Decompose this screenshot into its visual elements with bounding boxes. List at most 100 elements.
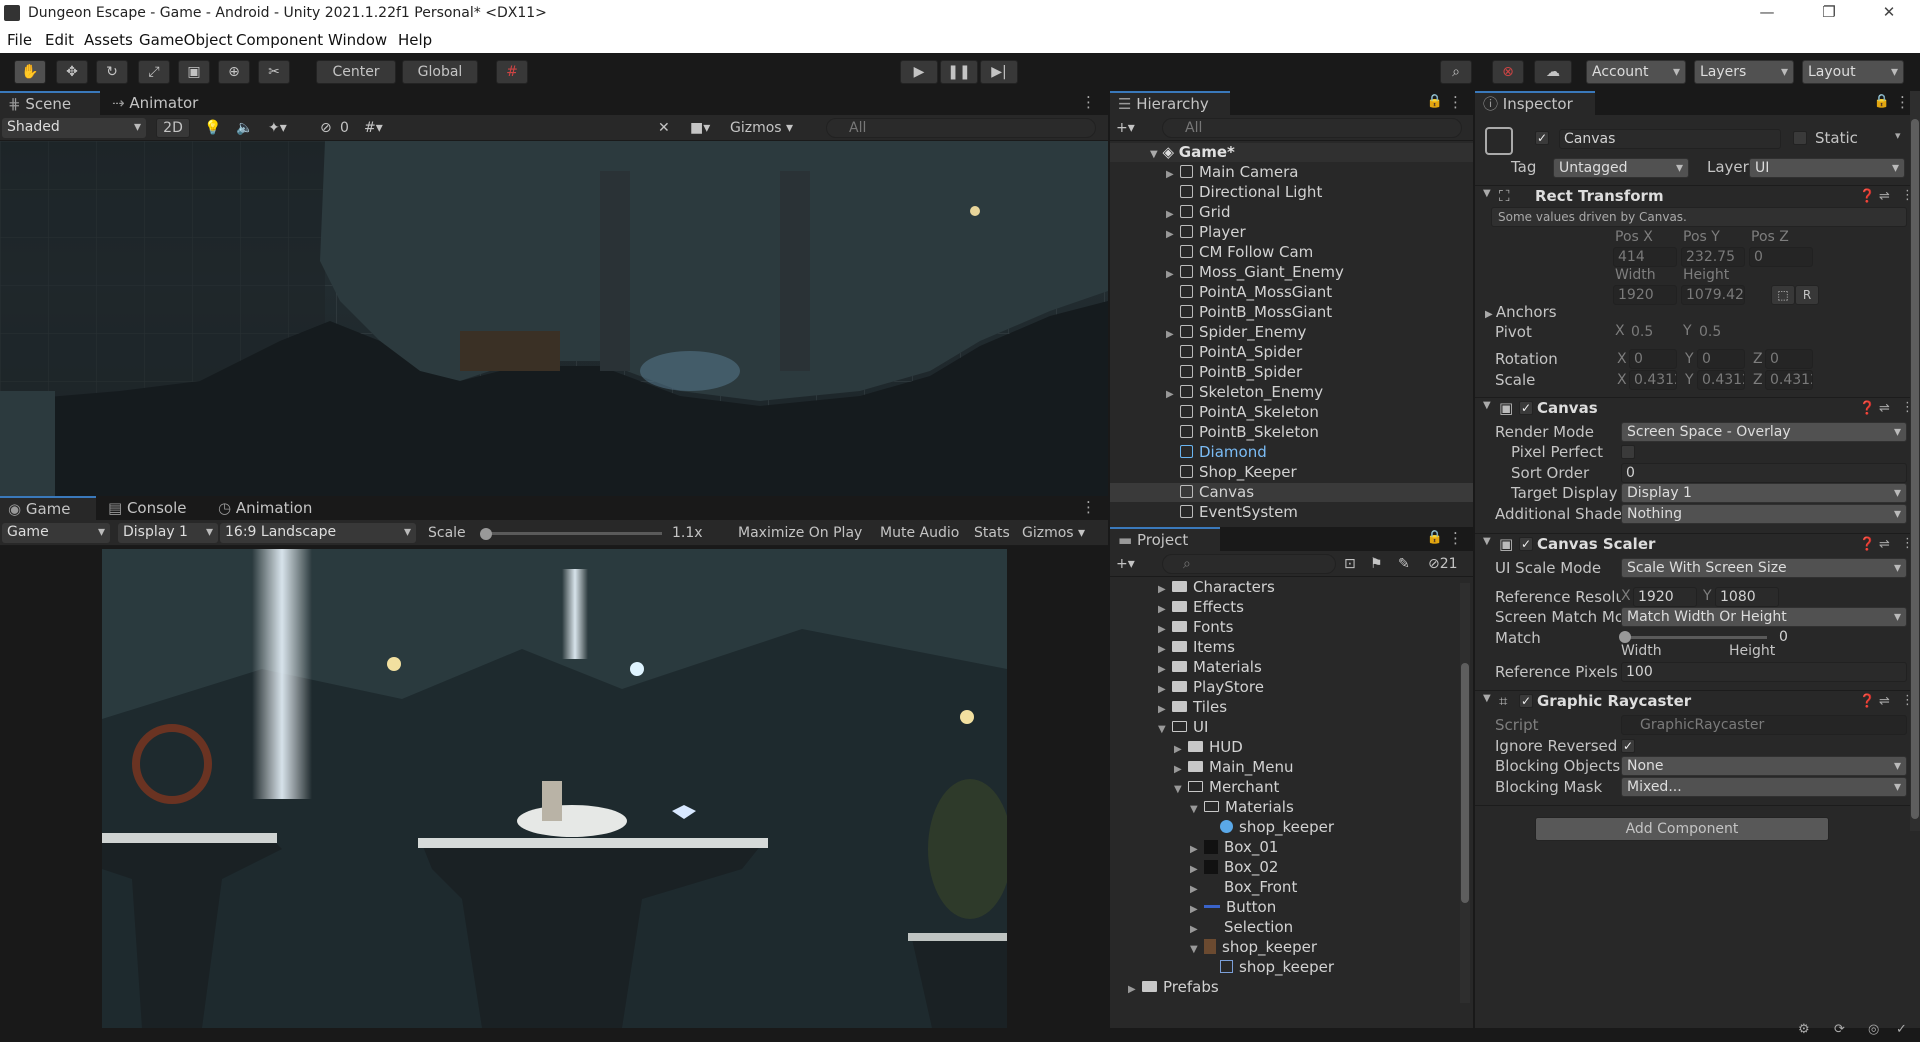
posy-field[interactable]: 232.75 <box>1681 247 1745 267</box>
rotation-x-field[interactable]: 0 <box>1629 349 1677 369</box>
raycaster-help-icon[interactable]: ❓ <box>1859 694 1875 709</box>
expand-arrow-icon[interactable]: ▶ <box>1128 980 1142 999</box>
project-item[interactable]: ▶ Selection <box>1110 918 1455 937</box>
menu-assets[interactable]: Assets <box>84 31 133 49</box>
custom-tool-icon[interactable]: ✂ <box>258 60 290 84</box>
expand-arrow-icon[interactable]: ▶ <box>1166 325 1180 344</box>
rotate-tool-icon[interactable]: ↻ <box>96 60 128 84</box>
hierarchy-item[interactable]: Canvas <box>1110 483 1473 502</box>
status-progress-icon[interactable]: ◎ <box>1868 1022 1879 1037</box>
hierarchy-item[interactable]: ▶ Moss_Giant_Enemy <box>1110 263 1473 282</box>
status-debug-icon[interactable]: ⚙ <box>1798 1022 1810 1037</box>
project-item[interactable]: shop_keeper <box>1110 958 1455 977</box>
ref-pixels-field[interactable]: 100 <box>1621 662 1907 682</box>
hierarchy-item[interactable]: PointB_Skeleton <box>1110 423 1473 442</box>
expand-arrow-icon[interactable]: ▼ <box>1174 780 1188 799</box>
lock-icon[interactable]: 🔒 <box>1427 94 1443 109</box>
scene-menu-icon[interactable]: ⋮ <box>1081 93 1096 111</box>
tab-console[interactable]: ▤ Console <box>100 496 195 520</box>
sort-order-field[interactable]: 0 <box>1621 463 1907 483</box>
canvas-scaler-header[interactable]: ▼ ▣ ✓ Canvas Scaler ❓ ⇌ ⋮ <box>1475 533 1920 555</box>
static-checkbox[interactable] <box>1793 131 1807 145</box>
effects-icon[interactable]: ✦▾ <box>268 118 287 138</box>
project-item[interactable]: ▼ UI <box>1110 718 1455 737</box>
hierarchy-item[interactable]: Shop_Keeper <box>1110 463 1473 482</box>
ignore-reversed-checkbox[interactable]: ✓ <box>1621 739 1635 753</box>
preset-icon[interactable]: ⇌ <box>1879 189 1890 204</box>
create-asset-button[interactable]: +▾ <box>1116 554 1135 574</box>
hierarchy-item[interactable]: Diamond <box>1110 443 1473 462</box>
add-object-button[interactable]: +▾ <box>1116 118 1135 138</box>
tab-scene[interactable]: ⋕ Scene <box>0 91 100 115</box>
help-icon[interactable]: ❓ <box>1859 189 1875 204</box>
pivot-y-field[interactable]: 0.5 <box>1695 323 1745 343</box>
project-item[interactable]: ▶ Effects <box>1110 598 1455 617</box>
blueprint-mode-icon[interactable]: ⬚ <box>1771 285 1795 305</box>
scaler-enabled-checkbox[interactable]: ✓ <box>1519 537 1533 551</box>
search-by-label-icon[interactable]: ⚑ <box>1370 554 1383 574</box>
hierarchy-item[interactable]: ▶ Spider_Enemy <box>1110 323 1473 342</box>
step-button[interactable]: ▶| <box>980 60 1018 84</box>
scene-root-row[interactable]: ▼ ◈ Game* <box>1110 143 1473 162</box>
canvas-preset-icon[interactable]: ⇌ <box>1879 401 1890 416</box>
hierarchy-item[interactable]: PointA_Skeleton <box>1110 403 1473 422</box>
expand-arrow-icon[interactable]: ▶ <box>1158 620 1172 639</box>
grid-snap-icon[interactable]: # <box>496 60 528 84</box>
tab-project[interactable]: ▬ Project <box>1110 527 1220 551</box>
pivot-global-toggle[interactable]: Global <box>402 60 478 84</box>
raw-edit-mode-button[interactable]: R <box>1795 285 1819 305</box>
2d-toggle[interactable]: 2D <box>156 118 190 138</box>
scale-slider[interactable] <box>482 532 662 535</box>
status-check-icon[interactable]: ✓ <box>1896 1022 1907 1037</box>
collab-icon[interactable]: ⊗ <box>1492 60 1524 84</box>
expand-arrow-icon[interactable]: ▶ <box>1166 225 1180 244</box>
hierarchy-item[interactable]: ▶ Player <box>1110 223 1473 242</box>
tab-animator[interactable]: ⇢ Animator <box>104 91 206 115</box>
layer-dropdown[interactable]: UI <box>1749 158 1905 178</box>
scene-search-input[interactable]: All <box>826 118 1096 138</box>
shader-channels-dropdown[interactable]: Nothing <box>1621 504 1907 524</box>
project-item[interactable]: ▶ Materials <box>1110 658 1455 677</box>
match-slider[interactable] <box>1625 636 1767 639</box>
inspector-scrollbar[interactable] <box>1910 91 1920 831</box>
menu-component[interactable]: Component <box>236 31 323 49</box>
project-menu-icon[interactable]: ⋮ <box>1448 529 1463 547</box>
rotation-z-field[interactable]: 0 <box>1765 349 1813 369</box>
ref-res-x-field[interactable]: 1920 <box>1633 587 1697 607</box>
match-field[interactable]: 0 <box>1775 628 1907 648</box>
raycaster-preset-icon[interactable]: ⇌ <box>1879 694 1890 709</box>
scale-z-field[interactable]: 0.43125 <box>1765 370 1813 390</box>
scaler-preset-icon[interactable]: ⇌ <box>1879 537 1890 552</box>
posz-field[interactable]: 0 <box>1749 247 1813 267</box>
project-search-input[interactable]: ⌕ <box>1162 554 1336 574</box>
expand-arrow-icon[interactable]: ▶ <box>1158 640 1172 659</box>
project-item[interactable]: ▶ Items <box>1110 638 1455 657</box>
graphic-raycaster-header[interactable]: ▼ ⌗ ✓ Graphic Raycaster ❓ ⇌ ⋮ <box>1475 690 1920 712</box>
move-tool-icon[interactable]: ✥ <box>56 60 88 84</box>
canvas-help-icon[interactable]: ❓ <box>1859 401 1875 416</box>
pivot-center-toggle[interactable]: Center <box>316 60 396 84</box>
menu-help[interactable]: Help <box>398 31 432 49</box>
project-item[interactable]: ▶ HUD <box>1110 738 1455 757</box>
canvas-enabled-checkbox[interactable]: ✓ <box>1519 401 1533 415</box>
project-item[interactable]: ▶ Button <box>1110 898 1455 917</box>
game-gizmos-dropdown[interactable]: Gizmos ▾ <box>1022 523 1085 543</box>
project-item[interactable]: ▶ Box_02 <box>1110 858 1455 877</box>
project-item[interactable]: ▶ Box_01 <box>1110 838 1455 857</box>
rect-tool-icon[interactable]: ▣ <box>178 60 210 84</box>
static-dropdown[interactable]: ▾ <box>1895 129 1901 142</box>
project-lock-icon[interactable]: 🔒 <box>1427 530 1443 545</box>
render-mode-dropdown[interactable]: Screen Space - Overlay <box>1621 422 1907 442</box>
expand-arrow-icon[interactable]: ▶ <box>1158 600 1172 619</box>
expand-arrow-icon[interactable]: ▶ <box>1190 900 1204 919</box>
search-by-type-icon[interactable]: ⊡ <box>1344 554 1356 574</box>
raycaster-enabled-checkbox[interactable]: ✓ <box>1519 694 1533 708</box>
grid-icon[interactable]: #▾ <box>364 118 383 138</box>
pivot-x-field[interactable]: 0.5 <box>1627 323 1677 343</box>
hierarchy-item[interactable]: Directional Light <box>1110 183 1473 202</box>
target-display-dropdown[interactable]: Display 1 <box>1621 483 1907 503</box>
project-item[interactable]: ▼ Materials <box>1110 798 1455 817</box>
width-field[interactable]: 1920 <box>1613 285 1677 305</box>
tab-game[interactable]: ◉ Game <box>0 496 96 520</box>
expand-arrow-icon[interactable]: ▶ <box>1166 265 1180 284</box>
